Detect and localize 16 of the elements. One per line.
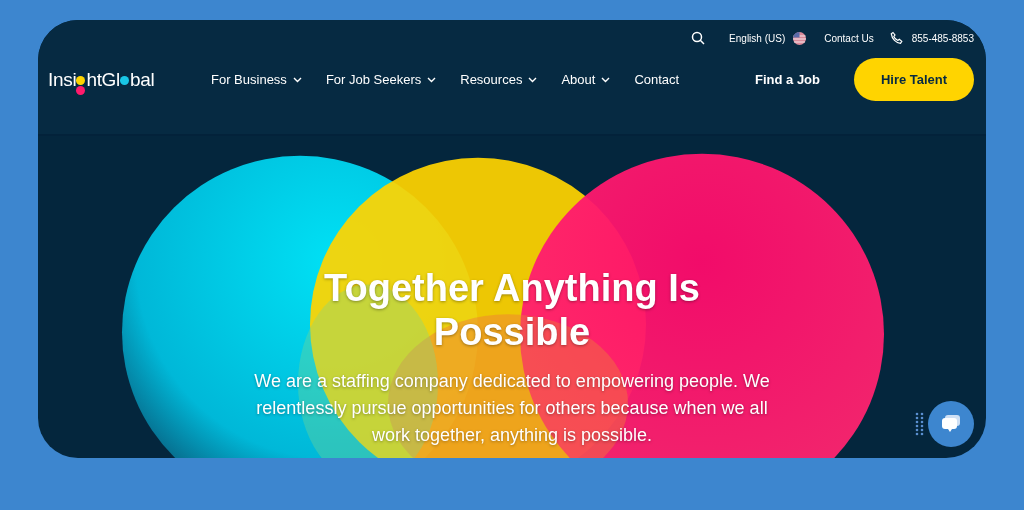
nav-item[interactable]: For Job Seekers [325, 72, 437, 87]
nav-item[interactable]: Contact [634, 72, 680, 87]
nav-item[interactable]: Resources [460, 72, 538, 87]
contact-us-link[interactable]: Contact Us [824, 32, 874, 44]
hire-talent-button[interactable]: Hire Talent [854, 58, 974, 101]
phone-number[interactable]: 855-485-8853 [911, 32, 974, 44]
nav-item[interactable]: For Business [211, 72, 302, 87]
drag-handle-icon[interactable] [915, 412, 924, 436]
search-icon[interactable] [691, 31, 706, 45]
chat-icon [940, 414, 962, 434]
flag-icon[interactable] [793, 31, 807, 45]
find-a-job-link[interactable]: Find a Job [755, 72, 820, 87]
chat-button[interactable] [928, 401, 974, 447]
phone-icon [889, 31, 904, 45]
nav-item[interactable]: About [561, 72, 611, 87]
language-selector[interactable]: English (US) [729, 32, 786, 44]
